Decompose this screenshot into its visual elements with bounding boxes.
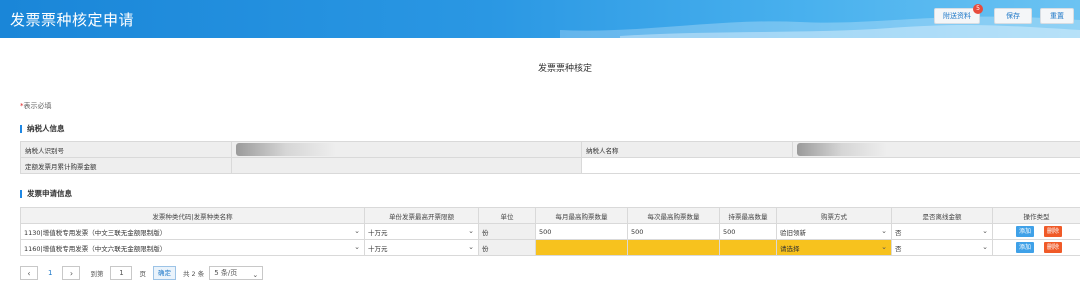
delete-row-button[interactable]: 删除 [1044,242,1062,253]
chevron-down-icon: ⌄ [252,271,259,279]
column-header: 每月最高购票数量 [535,207,628,224]
invoice-type-select[interactable]: 1160|增值税专用发票（中文六联无金额限制版） ⌄ [20,239,365,256]
app-header: 发票票种核定申请 附送资料 5 保存 重置 [0,0,1080,38]
column-header: 每次最高购票数量 [627,207,720,224]
action-cell: 添加 删除 [992,239,1080,256]
limit-select[interactable]: 十万元 ⌄ [364,223,479,240]
page-label: 页 [139,270,146,278]
attachments-count-badge: 5 [973,4,983,14]
table-row: 1160|增值税专用发票（中文六联无金额限制版） ⌄ 十万元 ⌄ 份 请选择 ⌄ 否 ⌄… [20,239,1080,256]
column-header: 单份发票最高开票限额 [364,207,479,224]
app-title: 发票票种核定申请 [10,11,135,29]
table-header-row: 发票种类代码|发票种类名称 单份发票最高开票限额 单位 每月最高购票数量 每次最… [20,207,1080,224]
column-header: 操作类型 [992,207,1080,224]
table-row: 1130|增值税专用发票（中文三联无金额限制版） ⌄ 十万元 ⌄ 份 500 500… [20,223,1080,240]
purchase-method-select[interactable]: 请选择 ⌄ [776,239,892,256]
monthly-quantity-input[interactable]: 500 [535,223,628,240]
required-note-text: 表示必填 [23,102,52,110]
taxpayer-name-label: 纳税人名称 [581,141,793,158]
taxpayer-name-value [792,141,1080,158]
add-row-button[interactable]: 添加 [1016,226,1034,237]
attachments-button-label: 附送资料 [943,12,971,20]
invoice-table: 发票种类代码|发票种类名称 单份发票最高开票限额 单位 每月最高购票数量 每次最… [20,207,1080,256]
hold-quantity-input[interactable]: 500 [719,223,777,240]
monthly-amount-value [231,157,582,174]
chevron-down-icon: ⌄ [982,243,988,251]
purchase-method-select[interactable]: 验旧领新 ⌄ [776,223,892,240]
chevron-down-icon: ⌄ [468,243,474,251]
save-button[interactable]: 保存 [994,8,1032,24]
column-header: 单位 [478,207,536,224]
goto-confirm-button[interactable]: 确定 [152,266,176,280]
invoice-type-select[interactable]: 1130|增值税专用发票（中文三联无金额限制版） ⌄ [20,223,365,240]
hold-quantity-input[interactable] [719,239,777,256]
chevron-down-icon: ⌄ [468,227,474,235]
chevron-down-icon: ⌄ [881,227,887,235]
offline-amount-select[interactable]: 否 ⌄ [891,239,993,256]
goto-page-input[interactable]: 1 [110,266,133,280]
per-time-quantity-input[interactable]: 500 [627,223,720,240]
delete-row-button[interactable]: 删除 [1044,226,1062,237]
chevron-down-icon: ⌄ [354,243,360,251]
column-header: 购票方式 [776,207,892,224]
empty-cell [581,157,1080,174]
reset-button[interactable]: 重置 [1040,8,1074,24]
pagination: ‹ 1 › 到第 1 页 确定 共 2 条 5 条/页 ⌄ [20,265,264,281]
monthly-amount-label: 定额发票月累计购票金额 [20,157,232,174]
unit-cell: 份 [478,223,536,240]
per-time-quantity-input[interactable] [627,239,720,256]
unit-cell: 份 [478,239,536,256]
column-header: 持票最高数量 [719,207,777,224]
redacted-mask [236,143,336,156]
required-note: *表示必填 [20,101,52,111]
taxpayer-id-label: 纳税人识别号 [20,141,232,158]
current-page-number[interactable]: 1 [48,269,52,277]
action-cell: 添加 删除 [992,223,1080,240]
total-count: 共 2 条 [182,270,205,278]
column-header: 是否离线金额 [891,207,993,224]
goto-label: 到第 [90,270,104,278]
taxpayer-info-table: 纳税人识别号 纳税人名称 定额发票月累计购票金额 [20,141,1080,174]
monthly-quantity-input[interactable] [535,239,628,256]
page-heading: 发票票种核定 [537,64,592,74]
limit-select[interactable]: 十万元 ⌄ [364,239,479,256]
next-page-button[interactable]: › [62,266,81,280]
taxpayer-section-title: 纳税人信息 [20,125,65,133]
offline-amount-select[interactable]: 否 ⌄ [891,223,993,240]
invoice-section-title: 发票申请信息 [20,190,72,198]
attachments-button[interactable]: 附送资料 5 [934,4,983,24]
prev-page-button[interactable]: ‹ [20,266,38,280]
page-size-select[interactable]: 5 条/页 ⌄ [209,266,264,280]
add-row-button[interactable]: 添加 [1016,242,1034,253]
chevron-down-icon: ⌄ [982,227,988,235]
taxpayer-id-value [231,141,582,158]
redacted-mask [797,143,887,156]
column-header: 发票种类代码|发票种类名称 [20,207,365,224]
chevron-down-icon: ⌄ [881,243,887,251]
chevron-down-icon: ⌄ [354,227,360,235]
